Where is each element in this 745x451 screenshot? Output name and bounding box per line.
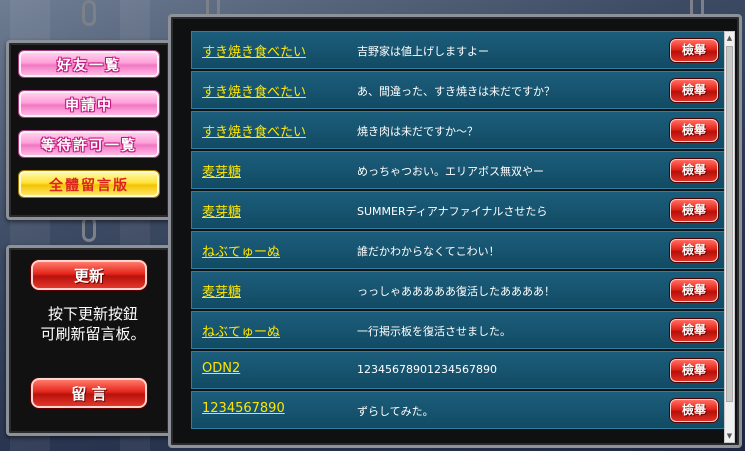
poster-name-link[interactable]: ねぶてゅーぬ [202, 241, 280, 260]
message-board-panel: すき焼き食べたい 吉野家は値上げしますよー 檢舉 すき焼き食べたい あ、間違った… [168, 14, 742, 448]
report-button[interactable]: 檢舉 [670, 79, 718, 102]
message-text: っっしゃあああああ復活したああああ！ [357, 285, 555, 298]
message-text: SUMMERディアナファイナルさせたら [357, 205, 548, 218]
scroll-down-arrow-icon[interactable]: ▼ [725, 430, 734, 442]
message-text: めっちゃつおい。エリアボス無双やー [357, 165, 544, 178]
message-text: ずらしてみた。 [357, 405, 434, 418]
message-list: すき焼き食べたい 吉野家は値上げしますよー 檢舉 すき焼き食べたい あ、間違った… [191, 31, 725, 443]
message-text: 吉野家は値上げしますよー [357, 45, 489, 58]
poster-name-link[interactable]: ねぶてゅーぬ [202, 321, 280, 340]
message-row: 麦芽糖 めっちゃつおい。エリアボス無双やー 檢舉 [191, 151, 725, 189]
message-text: あ、間違った、すき焼きは未だですか？ [357, 85, 555, 98]
message-text: 誰だかわからなくてこわい！ [357, 245, 500, 258]
message-row: ねぶてゅーぬ 一行掲示板を復活させました。 檢舉 [191, 311, 725, 349]
menu-panel: 好友一覧 申請中 等待許可一覧 全體留言版 [6, 40, 172, 220]
report-button[interactable]: 檢舉 [670, 159, 718, 182]
poster-name-link[interactable]: ODN2 [202, 361, 240, 376]
message-row: 麦芽糖 SUMMERディアナファイナルさせたら 檢舉 [191, 191, 725, 229]
report-button[interactable]: 檢舉 [670, 39, 718, 62]
report-button[interactable]: 檢舉 [670, 239, 718, 262]
scroll-up-arrow-icon[interactable]: ▲ [725, 32, 734, 44]
message-row: 麦芽糖 っっしゃあああああ復活したああああ！ 檢舉 [191, 271, 725, 309]
info-panel: 更新 按下更新按鈕 可刷新留言板。 留 言 [6, 245, 172, 436]
pending-requests-button[interactable]: 申請中 [19, 91, 159, 117]
message-row: 1234567890 ずらしてみた。 檢舉 [191, 391, 725, 429]
report-button[interactable]: 檢舉 [670, 199, 718, 222]
post-message-button[interactable]: 留 言 [31, 378, 147, 408]
report-button[interactable]: 檢舉 [670, 319, 718, 342]
refresh-hint-line1: 按下更新按鈕 [47, 305, 138, 323]
report-button[interactable]: 檢舉 [670, 119, 718, 142]
message-list-scrollbar[interactable]: ▲ ▼ [724, 31, 735, 443]
message-row: すき焼き食べたい 吉野家は値上げしますよー 檢舉 [191, 31, 725, 69]
friend-list-button[interactable]: 好友一覧 [19, 51, 159, 77]
poster-name-link[interactable]: すき焼き食べたい [202, 81, 306, 100]
poster-name-link[interactable]: すき焼き食べたい [202, 41, 306, 60]
poster-name-link[interactable]: 麦芽糖 [202, 201, 241, 220]
poster-name-link[interactable]: 麦芽糖 [202, 161, 241, 180]
refresh-button[interactable]: 更新 [31, 260, 147, 290]
message-row: ODN2 12345678901234567890 檢舉 [191, 351, 725, 389]
message-text: 焼き肉は未だですか～？ [357, 125, 478, 138]
poster-name-link[interactable]: 麦芽糖 [202, 281, 241, 300]
message-text: 一行掲示板を復活させました。 [357, 325, 511, 338]
scroll-thumb[interactable] [726, 46, 733, 402]
message-row: すき焼き食べたい 焼き肉は未だですか～？ 檢舉 [191, 111, 725, 149]
poster-name-link[interactable]: 1234567890 [202, 401, 285, 416]
refresh-hint-line2: 可刷新留言板。 [40, 325, 146, 343]
message-row: すき焼き食べたい あ、間違った、すき焼きは未だですか？ 檢舉 [191, 71, 725, 109]
awaiting-approval-button[interactable]: 等待許可一覧 [19, 131, 159, 157]
message-row: ねぶてゅーぬ 誰だかわからなくてこわい！ 檢舉 [191, 231, 725, 269]
report-button[interactable]: 檢舉 [670, 359, 718, 382]
global-board-button[interactable]: 全體留言版 [19, 171, 159, 197]
message-text: 12345678901234567890 [357, 363, 497, 376]
chain-decoration [82, 0, 96, 26]
report-button[interactable]: 檢舉 [670, 279, 718, 302]
report-button[interactable]: 檢舉 [670, 399, 718, 422]
refresh-hint: 按下更新按鈕 可刷新留言板。 [23, 304, 163, 344]
poster-name-link[interactable]: すき焼き食べたい [202, 121, 306, 140]
